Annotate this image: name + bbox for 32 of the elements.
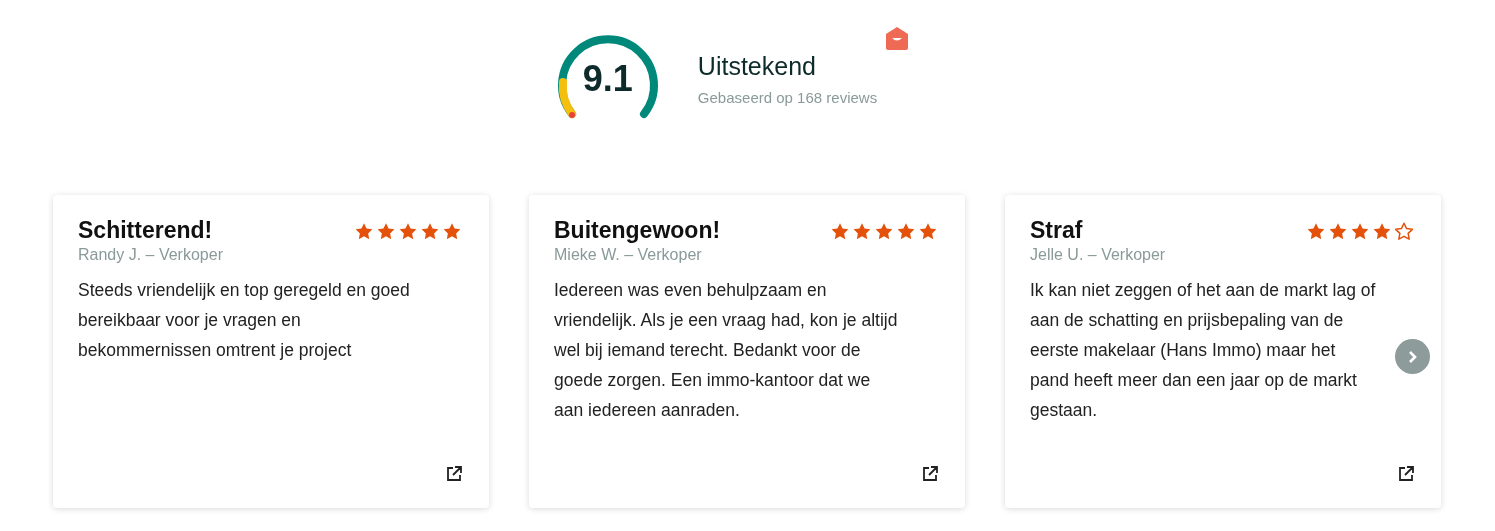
star-icon	[1372, 222, 1392, 241]
star-icon	[1350, 222, 1370, 241]
star-icon	[918, 222, 938, 241]
empty-star-icon	[1394, 222, 1414, 241]
star-icon	[420, 222, 440, 241]
house-logo-icon	[885, 26, 910, 50]
star-icon	[852, 222, 872, 241]
star-icon	[896, 222, 916, 241]
star-icon	[1328, 222, 1348, 241]
review-title: Buitengewoon!	[554, 216, 721, 245]
review-title: Schitterend!	[78, 216, 213, 245]
review-text: Iedereen was even behulpzaam en vriendelijk. Als je een vraag had, kon je altijd wel bij iemand terecht. Bedankt voor de goede zorgen. Een immo-kantoor dat we aan iedereen aanraden.	[554, 279, 899, 422]
review-text: Ik kan niet zeggen of het aan de markt lag of aan de schatting en prijsbepaling van de eerste makelaar (Hans Immo) maar het pand heeft meer dan een jaar op de markt gestaan.	[1030, 279, 1377, 422]
review-title: Straf	[1030, 216, 1083, 245]
external-link-icon[interactable]	[1398, 466, 1414, 482]
star-icon	[1306, 222, 1326, 241]
external-link-icon[interactable]	[922, 466, 938, 482]
star-icon	[874, 222, 894, 241]
star-icon	[442, 222, 462, 241]
review-author: Randy J. – Verkoper	[78, 245, 224, 265]
star-icon	[376, 222, 396, 241]
review-text: Steeds vriendelijk en top geregeld en goed bereikbaar voor je vragen en bekommernissen omtrent je project	[78, 279, 411, 362]
review-author: Mieke W. – Verkoper	[554, 245, 703, 265]
external-link-icon[interactable]	[446, 466, 462, 482]
star-icon	[830, 222, 850, 241]
review-count: Gebaseerd op 168 reviews	[697, 87, 878, 108]
score: 9.1	[582, 57, 633, 101]
star-icon	[354, 222, 374, 241]
review-author: Jelle U. – Verkoper	[1030, 245, 1167, 265]
chevron-right-icon	[1406, 349, 1419, 364]
star-icon	[398, 222, 418, 241]
rating-label: Uitstekend	[697, 50, 817, 81]
